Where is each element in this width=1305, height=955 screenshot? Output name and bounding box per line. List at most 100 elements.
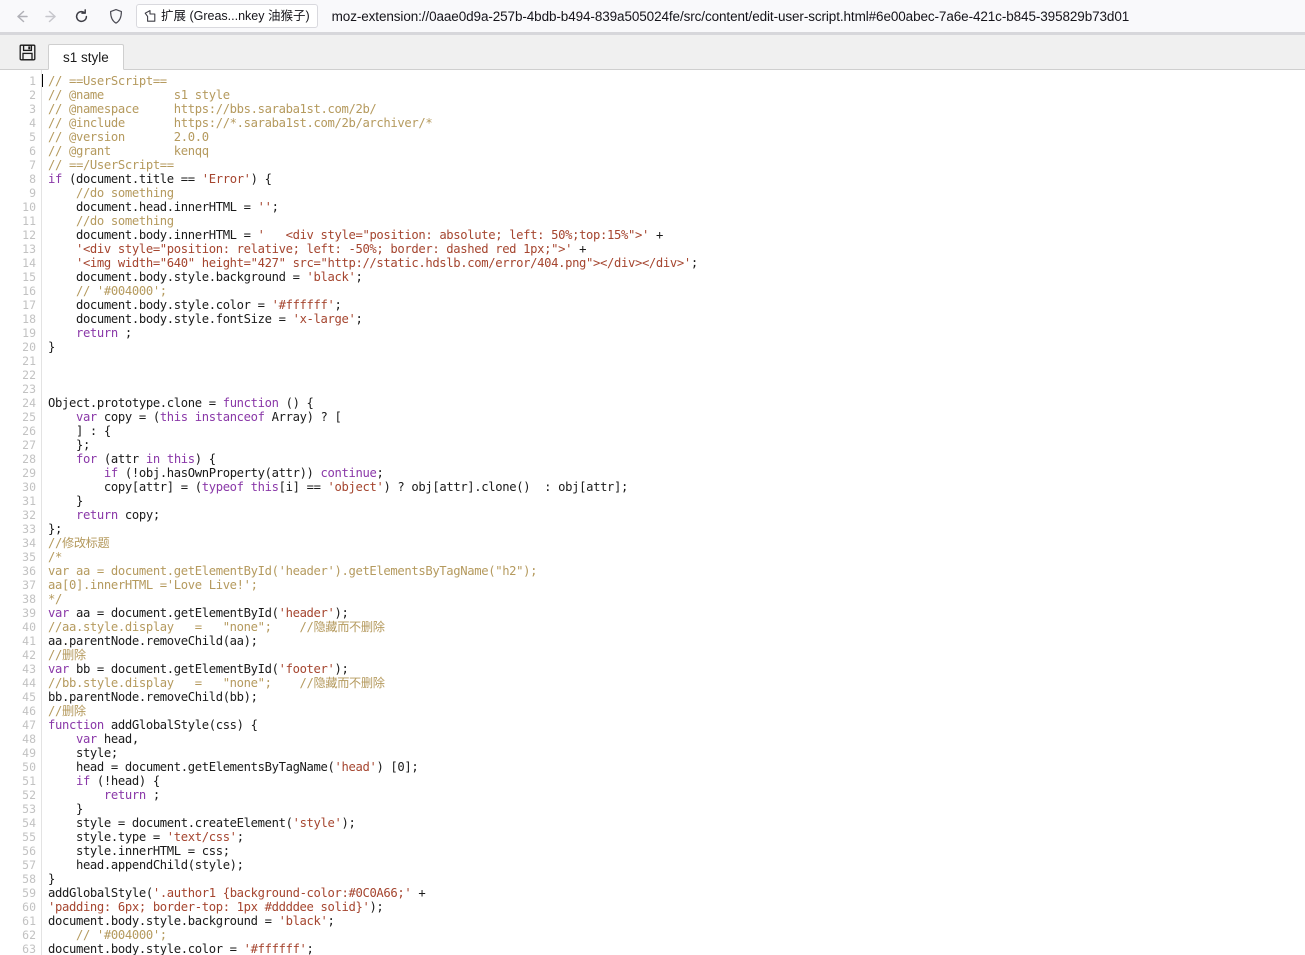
line-number: 62 [22,928,36,942]
forward-button[interactable] [36,2,66,30]
code-token: ); [334,606,349,620]
line-number: 60 [22,900,36,914]
code-line[interactable]: return ; [48,326,1305,340]
code-line[interactable]: aa.parentNode.removeChild(aa); [48,634,1305,648]
line-number: 55 [22,830,36,844]
code-token: ; [145,788,160,802]
code-line[interactable]: // @version 2.0.0 [48,130,1305,144]
code-token: return [75,326,118,340]
url-bar[interactable]: moz-extension://0aae0d9a-257b-4bdb-b494-… [332,2,1295,30]
code-line[interactable]: document.body.style.color = '#ffffff'; [48,298,1305,312]
code-line[interactable]: document.body.style.background = 'black'… [48,914,1305,928]
code-line[interactable]: // ==UserScript== [48,74,1305,88]
code-line[interactable]: style.innerHTML = css; [48,844,1305,858]
line-number: 23 [22,382,36,396]
code-line[interactable]: style; [48,746,1305,760]
code-line[interactable]: //修改标题 [48,536,1305,550]
code-line[interactable]: Object.prototype.clone = function () { [48,396,1305,410]
line-number: 19 [22,326,36,340]
editor-tab-s1-style[interactable]: s1 style [48,44,124,70]
code-line[interactable]: //aa.style.display = "none"; //隐藏而不删除 [48,620,1305,634]
code-line[interactable]: '<div style="position: relative; left: -… [48,242,1305,256]
code-line[interactable]: var copy = (this instanceof Array) ? [ [48,410,1305,424]
code-token: this [250,480,279,494]
code-line[interactable]: document.body.style.color = '#ffffff'; [48,942,1305,955]
code-text-area[interactable]: // ==UserScript==// @name s1 style// @na… [42,70,1305,955]
code-line[interactable] [48,382,1305,396]
reload-button[interactable] [66,2,96,30]
code-token: this [166,452,195,466]
code-line[interactable]: style.type = 'text/css'; [48,830,1305,844]
back-button[interactable] [6,2,36,30]
code-line[interactable]: var aa = document.getElementById('header… [48,606,1305,620]
code-line[interactable]: } [48,872,1305,886]
tracking-protection-button[interactable] [102,2,130,30]
code-line[interactable]: var aa = document.getElementById('header… [48,564,1305,578]
code-line[interactable]: // ==/UserScript== [48,158,1305,172]
code-line[interactable] [48,368,1305,382]
code-line[interactable]: if (!head) { [48,774,1305,788]
code-line[interactable]: //bb.style.display = "none"; //隐藏而不删除 [48,676,1305,690]
code-line[interactable] [48,354,1305,368]
line-number: 5 [29,130,36,144]
code-token: continue [320,466,377,480]
code-line[interactable]: var head, [48,732,1305,746]
code-line[interactable]: // @include https://*.saraba1st.com/2b/a… [48,116,1305,130]
code-token: }; [48,522,62,536]
code-line[interactable]: return ; [48,788,1305,802]
code-line[interactable]: ] : { [48,424,1305,438]
code-line[interactable]: for (attr in this) { [48,452,1305,466]
code-line[interactable]: } [48,802,1305,816]
code-token: // @version 2.0.0 [48,130,209,144]
code-editor[interactable]: 1 2 3 4 5 6 7 8 9 10 11 12 13 14 15 16 17 18 19 20 21 22 23 24 2… [0,70,1305,955]
code-line[interactable]: var bb = document.getElementById('footer… [48,662,1305,676]
code-line[interactable]: document.body.style.background = 'black'… [48,270,1305,284]
code-line[interactable]: }; [48,522,1305,536]
back-arrow-icon [16,10,28,22]
code-line[interactable]: return copy; [48,508,1305,522]
line-number: 25 [22,410,36,424]
code-line[interactable]: // @grant kenqq [48,144,1305,158]
line-number: 30 [22,480,36,494]
code-line[interactable]: } [48,494,1305,508]
line-number: 22 [22,368,36,382]
code-line[interactable]: head.appendChild(style); [48,858,1305,872]
code-line[interactable]: }; [48,438,1305,452]
code-line[interactable]: '<img width="640" height="427" src="http… [48,256,1305,270]
code-line[interactable]: // '#004000'; [48,284,1305,298]
code-line[interactable]: 'padding: 6px; border-top: 1px #ddddee s… [48,900,1305,914]
line-number: 52 [22,788,36,802]
code-line[interactable]: addGlobalStyle('.author1 {background-col… [48,886,1305,900]
extension-chip[interactable]: 扩展 (Greas...nkey 油猴子) [136,4,318,28]
code-line[interactable]: aa[0].innerHTML ='Love Live!'; [48,578,1305,592]
code-line[interactable]: //删除 [48,648,1305,662]
save-button[interactable] [12,37,42,67]
code-line[interactable]: // @name s1 style [48,88,1305,102]
code-line[interactable]: if (document.title == 'Error') { [48,172,1305,186]
code-line[interactable]: */ [48,592,1305,606]
code-line[interactable]: document.head.innerHTML = ''; [48,200,1305,214]
code-line[interactable]: /* [48,550,1305,564]
code-line[interactable]: } [48,340,1305,354]
code-line[interactable]: style = document.createElement('style'); [48,816,1305,830]
code-line[interactable]: function addGlobalStyle(css) { [48,718,1305,732]
code-token: // @grant kenqq [48,144,209,158]
code-line[interactable]: copy[attr] = (typeof this[i] == 'object'… [48,480,1305,494]
code-token: ; [327,914,335,928]
code-line[interactable]: // '#004000'; [48,928,1305,942]
code-line[interactable]: // @namespace https://bbs.saraba1st.com/… [48,102,1305,116]
code-line[interactable]: document.body.style.fontSize = 'x-large'… [48,312,1305,326]
code-line[interactable]: document.body.innerHTML = ' <div style="… [48,228,1305,242]
code-line[interactable]: if (!obj.hasOwnProperty(attr)) continue; [48,466,1305,480]
code-line[interactable]: bb.parentNode.removeChild(bb); [48,690,1305,704]
code-line[interactable]: head = document.getElementsByTagName('he… [48,760,1305,774]
code-line[interactable]: //do something [48,186,1305,200]
line-number: 32 [22,508,36,522]
code-line[interactable]: //do something [48,214,1305,228]
line-number: 17 [22,298,36,312]
code-line[interactable]: //删除 [48,704,1305,718]
code-token: ); [334,662,349,676]
